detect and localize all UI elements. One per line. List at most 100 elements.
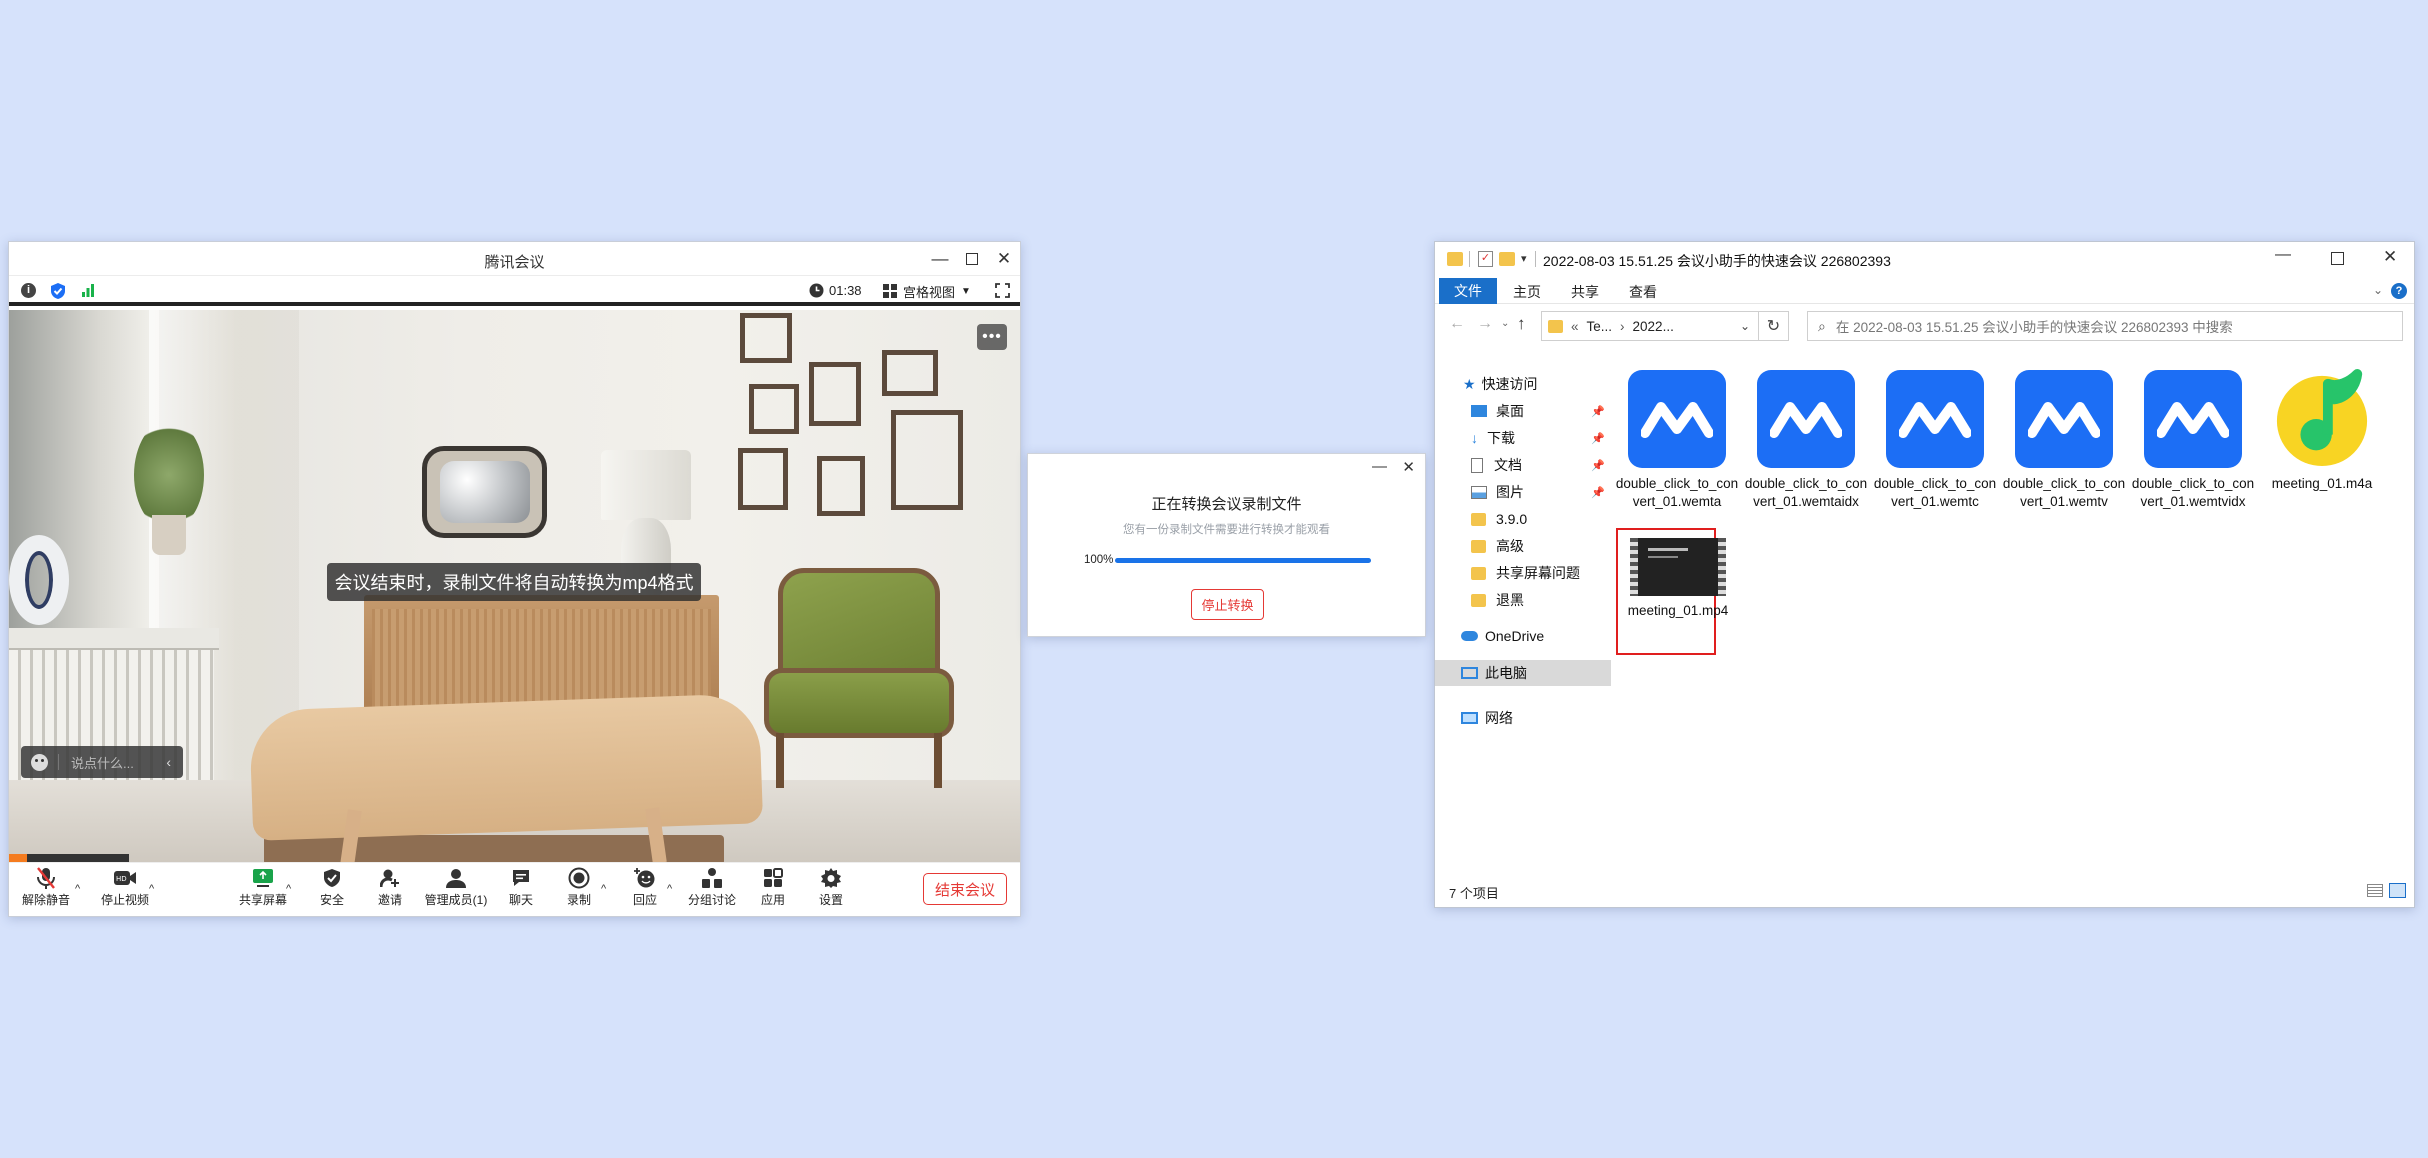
chevron-down-icon: ▼ xyxy=(961,285,971,297)
emoji-icon[interactable] xyxy=(31,753,48,771)
invite-button[interactable]: 邀请 xyxy=(367,865,413,908)
window-sill xyxy=(9,628,219,650)
file-item[interactable]: meeting_01.mp4 xyxy=(1616,534,1740,620)
recent-locations-chevron-icon[interactable]: ⌄ xyxy=(1501,318,1509,329)
record-button[interactable]: 录制 xyxy=(557,865,601,908)
maximize-button[interactable] xyxy=(2331,252,2344,265)
pictures-icon xyxy=(1471,485,1487,499)
tab-file[interactable]: 文件 xyxy=(1439,278,1497,304)
properties-icon[interactable]: ✓ xyxy=(1478,251,1493,267)
nav-item-folder[interactable]: 高级 xyxy=(1435,534,1611,558)
info-icon[interactable]: i xyxy=(21,283,36,298)
file-item[interactable]: meeting_01.m4a xyxy=(2260,369,2384,493)
quick-access-toolbar-dropdown-icon[interactable]: ▾ xyxy=(1521,252,1527,265)
address-dropdown-icon[interactable]: ⌄ xyxy=(1740,319,1750,333)
toolbar-label: 解除静音 xyxy=(21,893,70,907)
maximize-button[interactable] xyxy=(956,242,988,276)
reaction-button[interactable]: 回应 xyxy=(623,865,667,908)
stop-video-button[interactable]: HD 停止视频 xyxy=(95,865,155,908)
new-folder-icon[interactable] xyxy=(1499,252,1515,266)
file-name: double_click_to_convert_01.wemtc xyxy=(1873,476,1997,509)
file-name: double_click_to_convert_01.wemtv xyxy=(2002,476,2126,509)
address-row: ← → ⌄ ↑ « Te... › 2022... ⌄ ↻ ⌕ 在 2022-0… xyxy=(1435,304,2414,348)
toolbar-label: 邀请 xyxy=(377,893,402,907)
record-icon xyxy=(568,867,590,889)
toolbar-label: 安全 xyxy=(319,893,344,907)
breakout-icon xyxy=(702,868,722,888)
video-icon: HD xyxy=(114,871,136,885)
minimize-button[interactable]: — xyxy=(2275,246,2291,264)
tab-share[interactable]: 共享 xyxy=(1571,282,1599,302)
view-mode-select[interactable]: 宫格视图 ▼ xyxy=(883,281,971,301)
nav-item-desktop[interactable]: 桌面 📌 xyxy=(1435,399,1611,423)
nav-item-this-pc[interactable]: 此电脑 xyxy=(1435,660,1611,686)
conversion-dialog: — ✕ 正在转换会议录制文件 您有一份录制文件需要进行转换才能观看 100% 停… xyxy=(1027,453,1426,637)
nav-item-folder[interactable]: 退黑 xyxy=(1435,588,1611,612)
file-item[interactable]: double_click_to_convert_01.wemta xyxy=(1615,370,1739,511)
document-icon xyxy=(1471,457,1483,473)
file-item[interactable]: double_click_to_convert_01.wemtaidx xyxy=(1744,370,1868,511)
tab-home[interactable]: 主页 xyxy=(1513,282,1541,302)
close-button[interactable]: ✕ xyxy=(988,242,1020,276)
view-mode-label: 宫格视图 xyxy=(903,284,956,300)
end-meeting-button[interactable]: 结束会议 xyxy=(923,873,1007,905)
breakout-button[interactable]: 分组讨论 xyxy=(681,865,743,908)
breadcrumb-item[interactable]: 2022... xyxy=(1633,319,1674,334)
help-icon[interactable]: ? xyxy=(2391,283,2407,299)
close-button[interactable]: ✕ xyxy=(2383,247,2397,267)
fullscreen-icon[interactable] xyxy=(995,283,1010,298)
nav-item-documents[interactable]: 文档 📌 xyxy=(1435,453,1611,477)
toolbar-label: 聊天 xyxy=(508,893,533,907)
file-item[interactable]: double_click_to_convert_01.wemtc xyxy=(1873,370,1997,511)
retro-tv xyxy=(422,446,547,538)
chat-input[interactable]: 说点什么... ‹ xyxy=(21,746,183,778)
refresh-button[interactable]: ↻ xyxy=(1759,311,1789,341)
caret-up-icon[interactable]: ^ xyxy=(75,883,80,895)
minimize-button[interactable]: — xyxy=(924,242,956,276)
search-input[interactable]: ⌕ 在 2022-08-03 15.51.25 会议小助手的快速会议 22680… xyxy=(1807,311,2403,341)
back-arrow-icon[interactable]: ← xyxy=(1449,315,1465,333)
up-arrow-icon[interactable]: ↑ xyxy=(1517,314,1526,334)
settings-button[interactable]: 设置 xyxy=(809,865,853,908)
caret-up-icon[interactable]: ^ xyxy=(601,883,606,895)
caret-up-icon[interactable]: ^ xyxy=(149,883,154,895)
nav-item-folder[interactable]: 3.9.0 xyxy=(1435,507,1611,531)
details-view-icon[interactable] xyxy=(2367,884,2383,897)
nav-item-downloads[interactable]: ↓ 下载 📌 xyxy=(1435,426,1611,450)
nav-item-pictures[interactable]: 图片 📌 xyxy=(1435,480,1611,504)
caret-up-icon[interactable]: ^ xyxy=(667,883,672,895)
shield-icon xyxy=(324,869,340,887)
security-shield-icon[interactable] xyxy=(50,282,66,300)
nav-item-network[interactable]: 网络 xyxy=(1435,706,1611,730)
caret-up-icon[interactable]: ^ xyxy=(286,883,291,895)
ribbon-expand-chevron-icon[interactable]: ⌄ xyxy=(2373,283,2383,297)
unmute-button[interactable]: 解除静音 xyxy=(21,865,71,908)
large-icons-view-icon[interactable] xyxy=(2389,883,2406,898)
breadcrumb-item[interactable]: Te... xyxy=(1587,319,1613,334)
dialog-minimize-button[interactable]: — xyxy=(1372,458,1387,475)
file-item[interactable]: double_click_to_convert_01.wemtvidx xyxy=(2131,370,2255,511)
wooden-chair-back xyxy=(248,693,764,841)
address-bar[interactable]: « Te... › 2022... ⌄ xyxy=(1541,311,1759,341)
file-explorer-window: ✓ ▾ 2022-08-03 15.51.25 会议小助手的快速会议 22680… xyxy=(1434,241,2415,908)
forward-arrow-icon[interactable]: → xyxy=(1477,315,1493,333)
nav-item-quick-access[interactable]: ★ 快速访问 xyxy=(1435,372,1611,396)
security-button[interactable]: 安全 xyxy=(309,865,355,908)
nav-item-onedrive[interactable]: OneDrive xyxy=(1435,624,1611,648)
stop-conversion-button[interactable]: 停止转换 xyxy=(1191,589,1264,620)
signal-icon[interactable] xyxy=(81,283,95,297)
computer-icon xyxy=(1461,667,1478,679)
dialog-close-button[interactable]: ✕ xyxy=(1402,458,1415,476)
collapse-chevron-icon[interactable]: ‹ xyxy=(166,754,171,770)
apps-button[interactable]: 应用 xyxy=(751,865,795,908)
nav-item-folder[interactable]: 共享屏幕问题 xyxy=(1435,561,1611,585)
more-options-button[interactable]: ••• xyxy=(977,324,1007,350)
chat-button[interactable]: 聊天 xyxy=(499,865,543,908)
nav-label: OneDrive xyxy=(1485,628,1545,644)
file-item[interactable]: double_click_to_convert_01.wemtv xyxy=(2002,370,2126,511)
manage-members-button[interactable]: 管理成员(1) xyxy=(423,865,489,908)
toolbar-label: 分组讨论 xyxy=(687,893,736,907)
share-screen-button[interactable]: 共享屏幕 xyxy=(233,865,293,908)
overflow-icon[interactable]: « xyxy=(1571,319,1579,334)
tab-view[interactable]: 查看 xyxy=(1629,282,1657,302)
